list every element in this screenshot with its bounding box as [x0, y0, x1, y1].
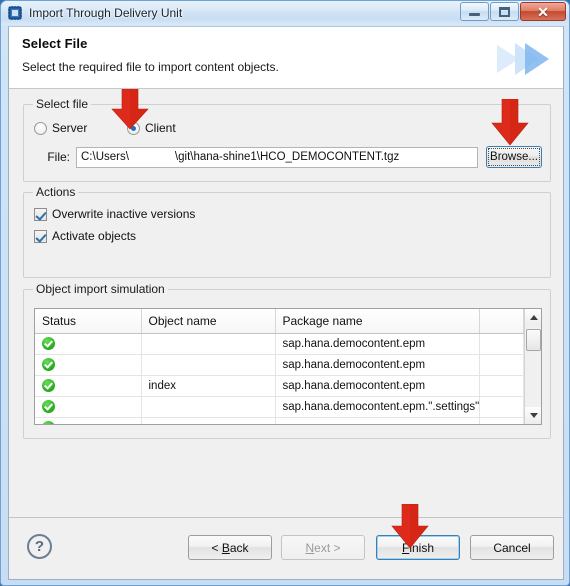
column-header-extra[interactable]: [479, 309, 524, 334]
browse-button[interactable]: Browse...: [486, 146, 542, 168]
caption-buttons: ✕: [460, 2, 566, 21]
delivery-unit-icon: [7, 5, 23, 21]
status-ok-icon: [42, 421, 55, 424]
cell-extra: [479, 333, 524, 355]
cell-extra: [479, 375, 524, 397]
table-header-row: Status Object name Package name: [35, 309, 524, 334]
checkbox-overwrite-label: Overwrite inactive versions: [52, 207, 196, 221]
column-header-object-name[interactable]: Object name: [141, 309, 276, 334]
checkbox-overwrite-indicator: [34, 207, 47, 221]
checkbox-activate-objects[interactable]: Activate objects: [34, 229, 136, 243]
cell-object-name: [141, 417, 276, 424]
radio-server-indicator: [34, 121, 47, 135]
next-button: Next >: [281, 535, 365, 560]
cell-object-name: [141, 333, 276, 355]
column-header-status[interactable]: Status: [35, 309, 142, 334]
checkbox-activate-indicator: [34, 229, 47, 243]
table-row[interactable]: sap.hana.democontent.epm: [35, 354, 524, 376]
checkbox-activate-label: Activate objects: [52, 229, 137, 243]
column-header-package-name[interactable]: Package name: [275, 309, 480, 334]
back-button-label: < Back: [211, 540, 249, 555]
browse-focus-ring: [488, 148, 540, 166]
scroll-up-icon[interactable]: [525, 309, 541, 326]
dialog-button-bar: ? < Back Next > Finish Cancel: [9, 517, 563, 579]
finish-button[interactable]: Finish: [376, 535, 460, 560]
simulation-table-body-wrap: Status Object name Package name sap.hana…: [35, 309, 524, 424]
finish-button-label: Finish: [401, 540, 435, 555]
minimize-icon: [469, 12, 480, 16]
cell-extra: [479, 396, 524, 418]
file-path-suffix: \git\hana-shine1\HCO_DEMOCONTENT.tgz: [174, 151, 400, 163]
scrollbar-thumb[interactable]: [526, 329, 541, 351]
radio-client[interactable]: Client: [127, 121, 176, 135]
title-bar: Import Through Delivery Unit ✕: [1, 1, 569, 25]
status-ok-icon: [42, 400, 55, 413]
wizard-page: Select file Server Client File: C:\Users…: [9, 89, 563, 516]
table-row[interactable]: sap.hana.democontent.epm.".settings": [35, 396, 524, 418]
cell-package-name: [275, 417, 480, 424]
cell-package-name: sap.hana.democontent.epm: [275, 375, 480, 397]
radio-server-label: Server: [52, 121, 88, 135]
status-ok-icon: [42, 358, 55, 371]
radio-server[interactable]: Server: [34, 121, 87, 135]
actions-group: Actions Overwrite inactive versions Acti…: [23, 185, 551, 278]
scroll-down-icon[interactable]: [525, 407, 541, 424]
select-file-group-label: Select file: [33, 97, 92, 111]
blue-arrows-icon: [489, 29, 559, 87]
cancel-button[interactable]: Cancel: [470, 535, 554, 560]
actions-group-label: Actions: [33, 185, 79, 199]
cell-status: [35, 354, 142, 376]
wizard-banner: Select File Select the required file to …: [9, 27, 563, 89]
dialog-window: Import Through Delivery Unit ✕ Select Fi…: [0, 0, 570, 586]
cell-status: [35, 375, 142, 397]
radio-client-indicator: [127, 121, 140, 135]
file-label: File:: [47, 150, 70, 164]
cell-status: [35, 333, 142, 355]
cell-object-name: index: [141, 375, 276, 397]
file-path-prefix: C:\Users\: [81, 151, 129, 163]
maximize-button[interactable]: [490, 2, 519, 21]
cell-package-name: sap.hana.democontent.epm.".settings": [275, 396, 480, 418]
cancel-button-label: Cancel: [493, 540, 531, 555]
close-button[interactable]: ✕: [520, 2, 566, 21]
simulation-group-label: Object import simulation: [33, 282, 168, 296]
select-file-group: Select file Server Client File: C:\Users…: [23, 97, 551, 182]
help-icon[interactable]: ?: [27, 534, 52, 559]
cell-status: [35, 417, 142, 424]
radio-client-label: Client: [145, 121, 176, 135]
next-button-label: Next >: [305, 540, 341, 555]
file-path-redaction: [128, 150, 175, 164]
page-title: Select File: [22, 36, 88, 51]
status-ok-icon: [42, 337, 55, 350]
simulation-table: Status Object name Package name sap.hana…: [34, 308, 542, 425]
status-ok-icon: [42, 379, 55, 392]
file-row: File: C:\Users\ \git\hana-shine1\HCO_DEMO…: [34, 146, 542, 168]
maximize-icon: [499, 6, 510, 17]
cell-extra: [479, 354, 524, 376]
simulation-table-rows: sap.hana.democontent.epm sap.hana.democon…: [35, 333, 524, 424]
checkbox-overwrite-inactive-versions[interactable]: Overwrite inactive versions: [34, 207, 195, 221]
cell-status: [35, 396, 142, 418]
cell-object-name: [141, 396, 276, 418]
dialog-client: Select File Select the required file to …: [8, 26, 564, 580]
file-path-input[interactable]: C:\Users\ \git\hana-shine1\HCO_DEMOCONTEN…: [76, 146, 478, 168]
cell-object-name: [141, 354, 276, 376]
table-vertical-scrollbar[interactable]: [524, 309, 541, 424]
page-subtitle: Select the required file to import conte…: [22, 60, 279, 74]
cell-package-name: sap.hana.democontent.epm: [275, 333, 480, 355]
back-button[interactable]: < Back: [188, 535, 272, 560]
table-row[interactable]: [35, 417, 524, 424]
close-icon: ✕: [537, 3, 549, 20]
table-row[interactable]: sap.hana.democontent.epm: [35, 333, 524, 355]
table-row[interactable]: index sap.hana.democontent.epm: [35, 375, 524, 397]
cell-extra: [479, 417, 524, 424]
minimize-button[interactable]: [460, 2, 489, 21]
cell-package-name: sap.hana.democontent.epm: [275, 354, 480, 376]
window-title: Import Through Delivery Unit: [29, 6, 183, 20]
object-import-simulation-group: Object import simulation Status Object n…: [23, 282, 551, 439]
